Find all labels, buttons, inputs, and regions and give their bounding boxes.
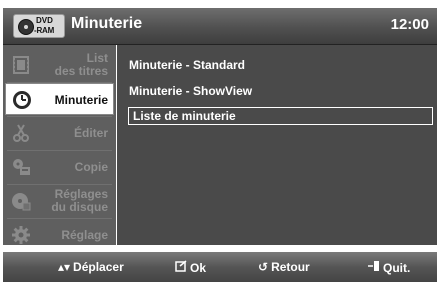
- disc-settings-icon: [11, 191, 31, 211]
- clock-icon: [12, 90, 32, 110]
- clock-display: 12:00: [390, 16, 429, 33]
- title-bar: DVD -RAM Minuterie 12:00: [3, 8, 437, 45]
- help-bar: ▴▾ Déplacer Ok ↺ Retour Quit.: [3, 252, 437, 282]
- sidebar-item-label: Réglage: [61, 219, 108, 251]
- exit-icon: [368, 260, 380, 275]
- menu-item-timer-showview[interactable]: Minuterie - ShowView: [129, 84, 252, 98]
- hint-exit: Quit.: [368, 260, 410, 275]
- disc-icon: [18, 19, 34, 35]
- sidebar-item-title-list[interactable]: List des titres: [5, 49, 114, 81]
- enter-icon: [175, 260, 187, 275]
- hint-move: ▴▾ Déplacer: [58, 260, 124, 274]
- scissors-icon: [11, 123, 31, 143]
- hint-move-label: Déplacer: [73, 260, 124, 274]
- hint-return: ↺ Retour: [258, 260, 310, 274]
- main-panel: Minuterie - Standard Minuterie - ShowVie…: [117, 45, 437, 245]
- hint-return-label: Retour: [271, 260, 310, 274]
- label-line-1: Copie: [74, 159, 108, 174]
- sidebar-item-label: Éditer: [74, 117, 108, 149]
- disc-type-bottom: -RAM: [34, 26, 55, 35]
- menu-item-timer-list[interactable]: Liste de minuterie: [128, 107, 433, 125]
- dvd-ram-disc-icon: DVD -RAM: [13, 14, 65, 38]
- menu-item-timer-standard[interactable]: Minuterie - Standard: [129, 58, 245, 72]
- film-strip-icon: [11, 55, 31, 75]
- return-arrow-icon: ↺: [258, 260, 269, 274]
- sidebar-item-copy[interactable]: Copie: [5, 151, 114, 183]
- up-down-arrow-icon: ▴▾: [58, 260, 71, 274]
- gear-icon: [11, 225, 31, 245]
- sidebar: List des titres Minuterie Éditer Copie R…: [3, 45, 116, 245]
- disc-type-top: DVD: [36, 16, 53, 25]
- hint-ok: Ok: [175, 260, 206, 275]
- label-line-2: du disque: [51, 200, 108, 214]
- label-line-1: Réglage: [61, 227, 108, 242]
- hint-exit-label: Quit.: [383, 260, 411, 275]
- page-title: Minuterie: [71, 15, 143, 32]
- sidebar-item-timer[interactable]: Minuterie: [5, 83, 114, 115]
- copy-icon: [11, 157, 31, 177]
- sidebar-item-label: Minuterie: [55, 84, 108, 116]
- sidebar-item-label: Réglages du disque: [51, 185, 108, 217]
- sidebar-item-disc-settings[interactable]: Réglages du disque: [5, 185, 114, 217]
- hint-ok-label: Ok: [190, 260, 207, 275]
- label-line-1: Minuterie: [54, 92, 108, 107]
- sidebar-item-setup[interactable]: Réglage: [5, 219, 114, 251]
- sidebar-item-edit[interactable]: Éditer: [5, 117, 114, 149]
- sidebar-item-label: List des titres: [55, 49, 108, 81]
- label-line-1: Éditer: [73, 125, 108, 140]
- sidebar-item-label: Copie: [75, 151, 108, 183]
- label-line-2: des titres: [54, 64, 108, 78]
- osd-screen: DVD -RAM Minuterie 12:00 List des titres…: [0, 0, 440, 286]
